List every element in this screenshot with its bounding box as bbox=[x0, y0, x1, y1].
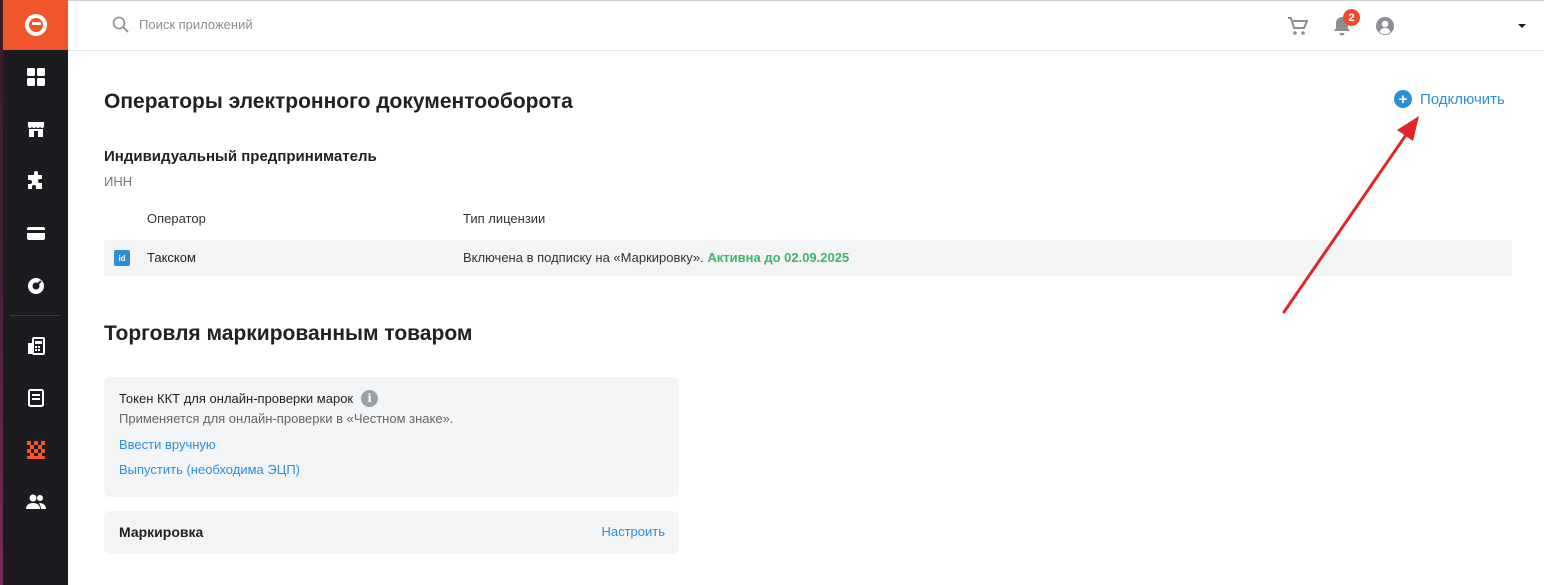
connect-label: Подключить bbox=[1420, 90, 1505, 108]
cart-icon[interactable] bbox=[1286, 15, 1308, 37]
search-bar[interactable] bbox=[112, 16, 439, 33]
marking-icon[interactable] bbox=[20, 434, 52, 466]
topbar: 2 bbox=[68, 0, 1544, 51]
section-title-marking: Торговля маркированным товаром bbox=[104, 322, 473, 345]
logo[interactable] bbox=[3, 0, 68, 50]
cash-register-icon[interactable] bbox=[20, 330, 52, 362]
marking-settings-card: Маркировка Настроить bbox=[104, 511, 679, 554]
configure-link[interactable]: Настроить bbox=[601, 524, 665, 539]
license-type: Включена в подписку на «Маркировку». bbox=[463, 250, 704, 265]
column-header-operator: Оператор bbox=[147, 211, 206, 226]
issue-token-link[interactable]: Выпустить (необходима ЭЦП) bbox=[119, 462, 300, 477]
token-title-text: Токен ККТ для онлайн-проверки марок bbox=[119, 391, 354, 406]
logo-icon bbox=[24, 14, 47, 36]
avatar-icon[interactable] bbox=[1374, 15, 1396, 37]
license-status: Активна до 02.09.2025 bbox=[707, 250, 850, 265]
annotation-arrow bbox=[1282, 116, 1419, 314]
token-card-title: Токен ККТ для онлайн-проверки марок i bbox=[119, 390, 379, 407]
sidebar-edge bbox=[0, 0, 3, 585]
store-icon[interactable] bbox=[20, 113, 52, 145]
table-row[interactable]: id Такском Включена в подписку на «Марки… bbox=[104, 240, 1512, 276]
inn-label: ИНН bbox=[104, 174, 133, 189]
receipt-icon[interactable] bbox=[20, 382, 52, 414]
license-info: Включена в подписку на «Маркировку». Акт… bbox=[463, 250, 849, 265]
enter-manually-link[interactable]: Ввести вручную bbox=[119, 437, 216, 452]
connect-button[interactable]: + Подключить bbox=[1394, 90, 1505, 108]
search-input[interactable] bbox=[139, 17, 439, 32]
card-icon[interactable] bbox=[20, 217, 52, 249]
page-title: Операторы электронного документооборота bbox=[104, 90, 573, 113]
marking-card-name: Маркировка bbox=[119, 524, 204, 540]
taxcom-logo-icon: id bbox=[114, 250, 130, 266]
token-card: Токен ККТ для онлайн-проверки марок i Пр… bbox=[104, 377, 679, 497]
plus-icon: + bbox=[1394, 90, 1412, 108]
search-icon bbox=[112, 16, 129, 33]
info-icon[interactable]: i bbox=[361, 390, 379, 407]
users-icon[interactable] bbox=[20, 486, 52, 518]
chevron-down-icon[interactable] bbox=[1511, 15, 1533, 37]
dashboard-icon[interactable] bbox=[20, 61, 52, 93]
support-icon[interactable] bbox=[20, 270, 52, 302]
sidebar-separator bbox=[10, 315, 60, 316]
org-name: Индивидуальный предприниматель bbox=[104, 148, 377, 165]
token-description: Применяется для онлайн-проверки в «Честн… bbox=[119, 411, 454, 426]
column-header-license: Тип лицензии bbox=[463, 211, 546, 226]
notification-badge: 2 bbox=[1343, 9, 1360, 26]
sidebar bbox=[0, 0, 68, 585]
puzzle-icon[interactable] bbox=[20, 165, 52, 197]
operator-name: Такском bbox=[147, 250, 196, 265]
